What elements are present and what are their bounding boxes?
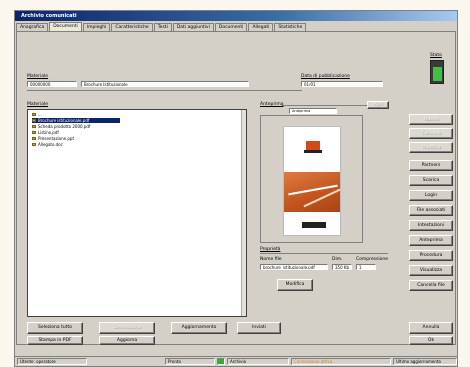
associated-files-button[interactable]: File associati	[409, 205, 453, 216]
document-name-field[interactable]: Brochure Istituzionale	[81, 81, 249, 87]
tree-item[interactable]: Presentazione.ppt	[32, 136, 74, 141]
status-archive: Archivio	[227, 358, 289, 365]
tree-item[interactable]: Allegato.doc	[32, 142, 63, 147]
documents-panel: Materiale 00000000 Brochure Istituzional…	[16, 31, 456, 345]
download-button[interactable]: Scarica	[409, 175, 453, 186]
delete-file-button[interactable]: Cancella file	[409, 280, 453, 291]
ok-button[interactable]: Ok	[409, 336, 453, 345]
login-button[interactable]: Login	[409, 190, 453, 201]
edit-button[interactable]: Modifica	[409, 142, 453, 153]
print-pdf-button[interactable]: Stampa in PDF	[27, 336, 83, 345]
file-icon	[32, 119, 36, 122]
tab-strip: Anagrafica Documenti Impieghi Caratteris…	[16, 22, 455, 31]
tree-scrollbar[interactable]	[241, 110, 246, 316]
select-all-button[interactable]: Seleziona tutto	[27, 322, 83, 334]
tab-testi[interactable]: Testi	[153, 23, 172, 31]
tab-anagrafica[interactable]: Anagrafica	[16, 23, 49, 31]
tree-item[interactable]: Scheda prodotto 2000.pdf	[32, 124, 90, 129]
modify-properties-button[interactable]: Modifica	[277, 279, 313, 291]
status-gauge	[430, 60, 444, 84]
sent-button[interactable]: Inviati	[237, 322, 281, 334]
view-button[interactable]: Visualizza	[409, 265, 453, 276]
size-field[interactable]: 350 Kb	[332, 264, 352, 270]
divider	[260, 253, 388, 254]
preview-button[interactable]: Anteprima	[409, 235, 453, 246]
update-button[interactable]: Aggiornamento	[171, 322, 227, 334]
properties-label: Proprietà	[260, 247, 281, 252]
document-label: Materiale	[27, 74, 49, 79]
tab-statistiche[interactable]: Statistiche	[274, 23, 307, 31]
brochure-logo-text	[304, 150, 322, 153]
date-label: Data di pubblicazione	[301, 74, 350, 79]
preview-page	[283, 126, 341, 236]
compression-column-label: Compressione	[356, 257, 388, 262]
file-icon	[32, 131, 36, 134]
tree-label: Materiale	[27, 102, 49, 107]
size-column-label: Dim.	[332, 257, 343, 262]
tree-item[interactable]: Brochure istituzionale.pdf	[32, 118, 120, 123]
preview-header-tab: Anteprima	[289, 108, 337, 114]
title-bar: Archivio comunicati	[15, 11, 457, 21]
preview-label: Anteprima	[260, 102, 284, 107]
partners-button[interactable]: Partners	[409, 160, 453, 171]
status-connection: Connessione attiva	[291, 358, 391, 365]
status-user: Utente: operatore	[17, 358, 87, 365]
main-window: Archivio comunicati Anagrafica Documenti…	[14, 10, 458, 367]
delete-button[interactable]: Cancella	[409, 128, 453, 139]
gauge-fill	[433, 67, 442, 81]
brochure-footer-logo	[302, 222, 326, 228]
file-icon	[32, 125, 36, 128]
tab-impieghi[interactable]: Impieghi	[82, 23, 111, 31]
tab-dati-aggiuntivi[interactable]: Dati aggiuntivi	[172, 23, 214, 31]
procedure-button[interactable]: Procedura	[409, 250, 453, 261]
status-led	[217, 358, 225, 365]
tab-documenti[interactable]: Documenti	[49, 22, 82, 31]
brochure-logo	[306, 141, 320, 150]
folder-icon	[32, 113, 36, 116]
preview-frame	[260, 115, 363, 243]
deselect-button[interactable]: Deseleziona	[99, 322, 155, 334]
filename-column-label: Nome file	[260, 257, 282, 262]
tree-root[interactable]: ...	[32, 112, 42, 117]
status-ready: Pronto	[165, 358, 215, 365]
divider	[27, 90, 302, 91]
filename-field[interactable]: brochure_istituzionale.pdf	[260, 264, 328, 270]
date-field[interactable]: 01/01	[301, 81, 383, 87]
file-icon	[32, 143, 36, 146]
tab-caratteristiche[interactable]: Caratteristiche	[111, 23, 153, 31]
cancel-button[interactable]: Annulla	[409, 322, 453, 334]
file-icon	[32, 137, 36, 140]
compression-field[interactable]: 1	[356, 264, 376, 270]
tree-item[interactable]: Listino.pdf	[32, 130, 59, 135]
new-button[interactable]: Nuovo	[409, 114, 453, 125]
status-bar: Utente: operatore Pronto Archivio Connes…	[15, 356, 457, 366]
tab-documenti-2[interactable]: Documenti	[214, 23, 248, 31]
headers-button[interactable]: Intestazioni	[409, 220, 453, 231]
document-tree[interactable]: ... Brochure istituzionale.pdf Scheda pr…	[27, 109, 247, 317]
document-code-field[interactable]: 00000000	[27, 81, 77, 87]
preview-open-button[interactable]: Apri	[367, 101, 389, 109]
refresh-button[interactable]: Aggiorna	[99, 336, 155, 345]
status-last-update: Ultimo aggiornamento	[393, 358, 457, 365]
tab-allegati[interactable]: Allegati	[248, 23, 274, 31]
gauge-label: Stato	[430, 53, 442, 58]
